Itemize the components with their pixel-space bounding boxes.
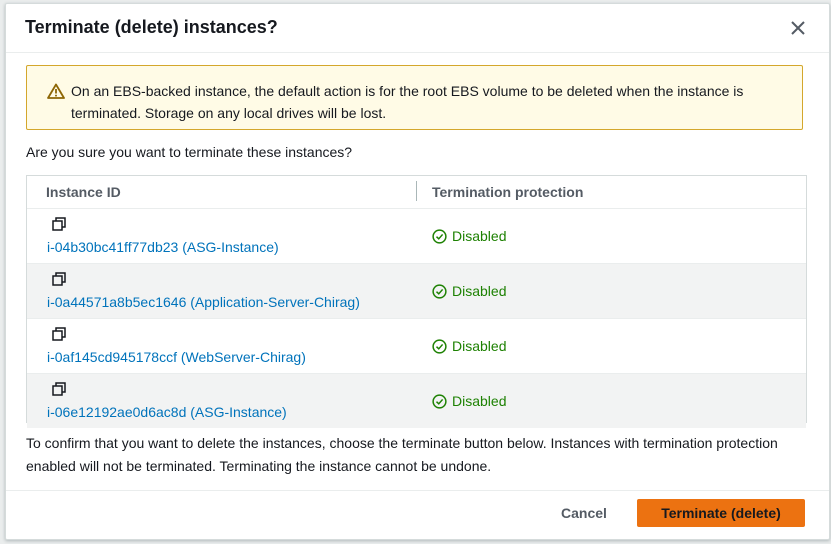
check-circle-icon: [432, 393, 447, 409]
column-divider[interactable]: [416, 181, 417, 201]
dialog-title: Terminate (delete) instances?: [25, 17, 278, 37]
protection-status: Disabled: [432, 283, 506, 299]
instance-link[interactable]: i-0a44571a8b5ec1646 (Application-Server-…: [47, 294, 360, 310]
confirm-instructions: To confirm that you want to delete the i…: [26, 435, 778, 474]
copy-icon[interactable]: [52, 382, 66, 396]
copy-icon[interactable]: [52, 327, 66, 341]
check-circle-icon: [432, 228, 447, 244]
table-row: i-0af145cd945178ccf (WebServer-Chirag) D…: [27, 319, 806, 374]
warning-alert: On an EBS-backed instance, the default a…: [26, 65, 803, 130]
warning-icon: [47, 83, 65, 99]
instance-link[interactable]: i-04b30bc41ff77db23 (ASG-Instance): [47, 239, 279, 255]
footer-divider: [6, 490, 829, 491]
copy-icon[interactable]: [52, 217, 66, 231]
table-row: i-0a44571a8b5ec1646 (Application-Server-…: [27, 264, 806, 319]
status-label: Disabled: [452, 338, 507, 354]
close-icon: [791, 21, 805, 35]
close-button[interactable]: [787, 17, 809, 39]
instances-table: Instance ID Termination protection i-04b…: [26, 175, 807, 428]
protection-status: Disabled: [432, 228, 506, 244]
status-label: Disabled: [452, 393, 507, 409]
terminate-dialog: Terminate (delete) instances? On an EBS-…: [5, 3, 830, 540]
warning-text: On an EBS-backed instance, the default a…: [71, 83, 744, 121]
terminate-button[interactable]: Terminate (delete): [637, 499, 805, 527]
instance-link[interactable]: i-06e12192ae0d6ac8d (ASG-Instance): [47, 404, 287, 420]
table-row: i-06e12192ae0d6ac8d (ASG-Instance) Disab…: [27, 374, 806, 428]
status-label: Disabled: [452, 283, 507, 299]
instance-link[interactable]: i-0af145cd945178ccf (WebServer-Chirag): [47, 349, 306, 365]
check-circle-icon: [432, 338, 447, 354]
check-circle-icon: [432, 283, 447, 299]
protection-status: Disabled: [432, 393, 506, 409]
cancel-button[interactable]: Cancel: [554, 500, 614, 526]
dialog-header: Terminate (delete) instances?: [6, 4, 829, 53]
protection-status: Disabled: [432, 338, 506, 354]
table-header: Instance ID Termination protection: [27, 176, 806, 209]
table-row: i-04b30bc41ff77db23 (ASG-Instance) Disab…: [27, 209, 806, 264]
copy-icon[interactable]: [52, 272, 66, 286]
status-label: Disabled: [452, 228, 507, 244]
confirm-question: Are you sure you want to terminate these…: [26, 144, 353, 160]
column-header-termination-protection: Termination protection: [432, 184, 584, 200]
column-header-instance-id: Instance ID: [46, 184, 121, 200]
